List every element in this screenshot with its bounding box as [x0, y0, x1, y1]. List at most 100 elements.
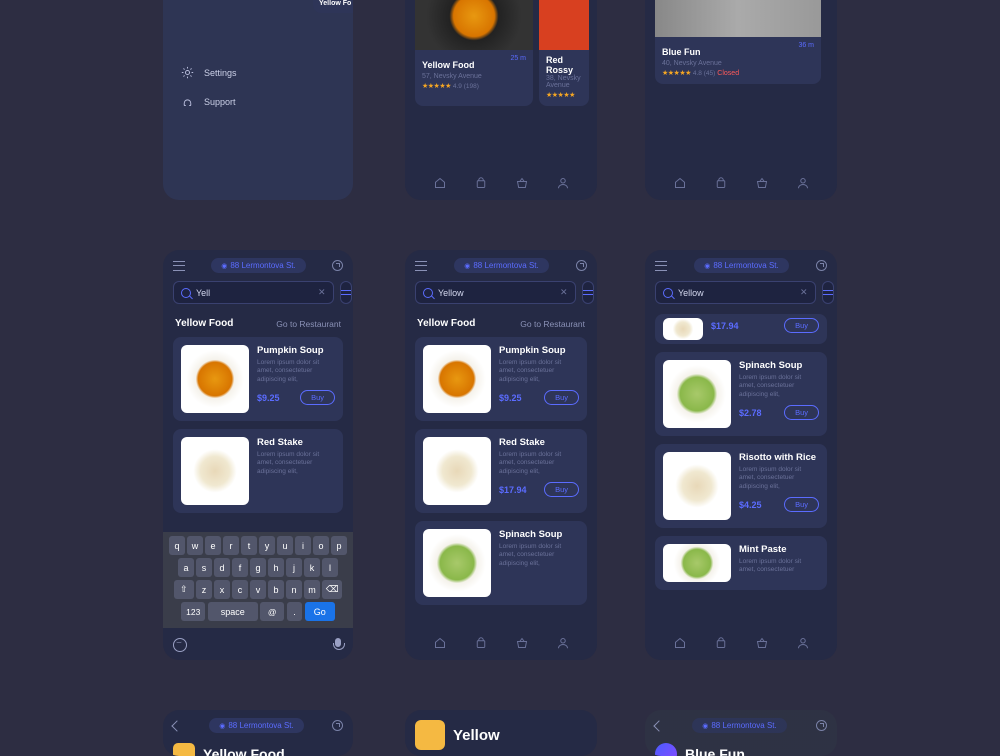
- menu-icon[interactable]: [415, 261, 427, 271]
- food-card[interactable]: Red Stake Lorem ipsum dolor sit amet, co…: [415, 429, 587, 513]
- key-n[interactable]: n: [286, 580, 302, 599]
- key-f[interactable]: f: [232, 558, 248, 577]
- clear-icon[interactable]: ✕: [318, 287, 326, 298]
- address-pill[interactable]: ◉88 Lermontova St.: [694, 258, 788, 273]
- phone-detail-3: ◉88 Lermontova St. Blue Fun: [645, 710, 837, 756]
- profile-icon[interactable]: [556, 637, 569, 650]
- key-w[interactable]: w: [187, 536, 203, 555]
- basket-icon[interactable]: [755, 637, 768, 650]
- key-y[interactable]: y: [259, 536, 275, 555]
- result-title: Yellow Food: [175, 318, 233, 329]
- key-v[interactable]: v: [250, 580, 266, 599]
- bag-icon[interactable]: [474, 177, 487, 190]
- restaurant-card[interactable]: Blue Fun36 m 40, Nevsky Avenue ★★★★★4.8 …: [655, 0, 821, 84]
- key-q[interactable]: q: [169, 536, 185, 555]
- back-icon[interactable]: [171, 720, 182, 731]
- key-t[interactable]: t: [241, 536, 257, 555]
- menu-icon[interactable]: [173, 261, 185, 271]
- food-card[interactable]: Mint Paste Lorem ipsum dolor sit amet, c…: [655, 536, 827, 590]
- shift-key[interactable]: ⇧: [174, 580, 194, 599]
- food-card[interactable]: Pumpkin Soup Lorem ipsum dolor sit amet,…: [415, 337, 587, 421]
- profile-icon[interactable]: [796, 177, 809, 190]
- key-l[interactable]: l: [322, 558, 338, 577]
- key-a[interactable]: a: [178, 558, 194, 577]
- address-pill[interactable]: ◉88 Lermontova St.: [211, 258, 305, 273]
- home-icon[interactable]: [673, 177, 686, 190]
- mic-icon[interactable]: [333, 638, 343, 652]
- address-pill[interactable]: ◉88 Lermontova St.: [209, 718, 303, 733]
- drawer-item-settings[interactable]: Settings: [163, 58, 353, 87]
- key-s[interactable]: s: [196, 558, 212, 577]
- key-e[interactable]: e: [205, 536, 221, 555]
- clock-icon[interactable]: [816, 720, 827, 731]
- clock-icon[interactable]: [332, 720, 343, 731]
- drawer-item-support[interactable]: Support: [163, 87, 353, 116]
- filter-button[interactable]: [340, 281, 352, 304]
- key-o[interactable]: o: [313, 536, 329, 555]
- menu-icon[interactable]: [655, 261, 667, 271]
- key-b[interactable]: b: [268, 580, 284, 599]
- basket-icon[interactable]: [515, 177, 528, 190]
- clock-icon[interactable]: [576, 260, 587, 271]
- home-icon[interactable]: [433, 177, 446, 190]
- bag-icon[interactable]: [474, 637, 487, 650]
- key-g[interactable]: g: [250, 558, 266, 577]
- emoji-icon[interactable]: [173, 638, 187, 652]
- food-card[interactable]: Risotto with Rice Lorem ipsum dolor sit …: [655, 444, 827, 528]
- buy-button[interactable]: Buy: [544, 390, 579, 405]
- num-key[interactable]: 123: [181, 602, 205, 621]
- bag-icon[interactable]: [714, 637, 727, 650]
- buy-button[interactable]: Buy: [784, 318, 819, 333]
- address-pill[interactable]: ◉88 Lermontova St.: [454, 258, 548, 273]
- key-z[interactable]: z: [196, 580, 212, 599]
- key-c[interactable]: c: [232, 580, 248, 599]
- profile-icon[interactable]: [556, 177, 569, 190]
- phone-drawer: Prom-codes Orders Settings Support Resta…: [163, 0, 353, 200]
- food-card[interactable]: Spinach Soup Lorem ipsum dolor sit amet,…: [415, 521, 587, 605]
- bag-icon[interactable]: [714, 177, 727, 190]
- buy-button[interactable]: Buy: [784, 405, 819, 420]
- space-key[interactable]: space: [208, 602, 258, 621]
- key-k[interactable]: k: [304, 558, 320, 577]
- clock-icon[interactable]: [816, 260, 827, 271]
- restaurant-card[interactable]: Yellow Food25 m 57, Nevsky Avenue ★★★★★4…: [415, 0, 533, 106]
- back-icon[interactable]: [653, 720, 664, 731]
- key-u[interactable]: u: [277, 536, 293, 555]
- filter-button[interactable]: [582, 281, 594, 304]
- search-input[interactable]: ✕: [173, 281, 334, 304]
- address-pill[interactable]: ◉88 Lermontova St.: [692, 718, 786, 733]
- search-input[interactable]: ✕: [655, 281, 816, 304]
- food-card[interactable]: Red Stake Lorem ipsum dolor sit amet, co…: [173, 429, 343, 513]
- key-h[interactable]: h: [268, 558, 284, 577]
- restaurant-card[interactable]: Red Rossy 38, Nevsky Avenue ★★★★★: [539, 0, 589, 106]
- clock-icon[interactable]: [332, 260, 343, 271]
- buy-button[interactable]: Buy: [784, 497, 819, 512]
- profile-icon[interactable]: [796, 637, 809, 650]
- goto-link[interactable]: Go to Restaurant: [276, 319, 341, 329]
- key-x[interactable]: x: [214, 580, 230, 599]
- clear-icon[interactable]: ✕: [560, 287, 568, 298]
- key-p[interactable]: p: [331, 536, 347, 555]
- go-key[interactable]: Go: [305, 602, 335, 621]
- key-r[interactable]: r: [223, 536, 239, 555]
- key-m[interactable]: m: [304, 580, 320, 599]
- clear-icon[interactable]: ✕: [800, 287, 808, 298]
- key-j[interactable]: j: [286, 558, 302, 577]
- food-card-partial[interactable]: $17.94Buy: [655, 314, 827, 344]
- basket-icon[interactable]: [515, 637, 528, 650]
- home-icon[interactable]: [433, 637, 446, 650]
- buy-button[interactable]: Buy: [300, 390, 335, 405]
- home-icon[interactable]: [673, 637, 686, 650]
- food-card[interactable]: Pumpkin Soup Lorem ipsum dolor sit amet,…: [173, 337, 343, 421]
- at-key[interactable]: @: [260, 602, 284, 621]
- basket-icon[interactable]: [755, 177, 768, 190]
- key-d[interactable]: d: [214, 558, 230, 577]
- goto-link[interactable]: Go to Restaurant: [520, 319, 585, 329]
- food-card[interactable]: Spinach Soup Lorem ipsum dolor sit amet,…: [655, 352, 827, 436]
- search-input[interactable]: ✕: [415, 281, 576, 304]
- buy-button[interactable]: Buy: [544, 482, 579, 497]
- key-i[interactable]: i: [295, 536, 311, 555]
- dot-key[interactable]: .: [287, 602, 303, 621]
- backspace-key[interactable]: ⌫: [322, 580, 342, 599]
- filter-button[interactable]: [822, 281, 834, 304]
